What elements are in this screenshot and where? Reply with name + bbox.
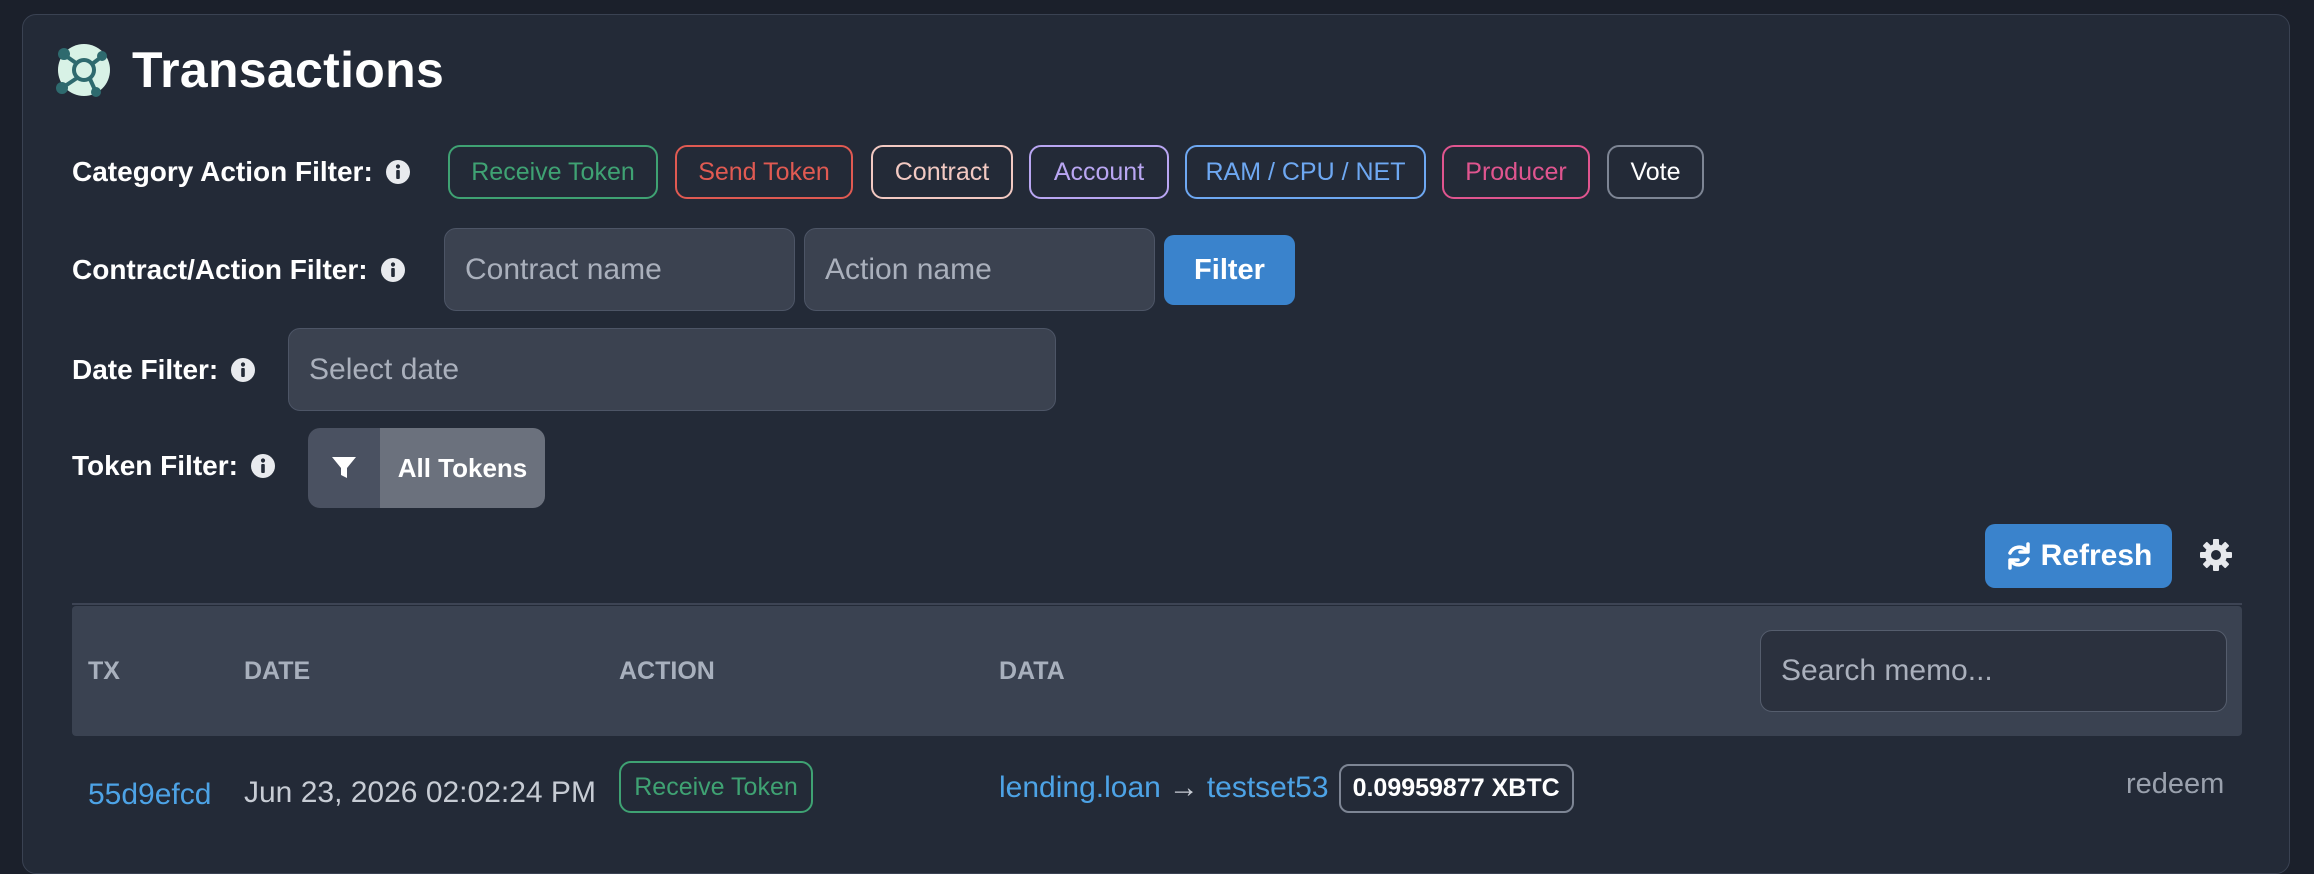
amount-badge: 0.09959877 XBTC [1338,763,1574,813]
filter-button[interactable]: Filter [1164,235,1295,305]
table-header: TX DATE ACTION DATA Search memo... [72,606,2242,736]
search-memo-input[interactable]: Search memo... [1760,630,2227,712]
category-chip-account[interactable]: Account [1029,145,1169,199]
info-icon[interactable] [250,453,276,479]
column-header-date: DATE [244,656,311,685]
date-filter-label: Date Filter: [72,354,219,385]
network-logo-icon [56,44,110,97]
tx-hash-link[interactable]: 55d9efcd [88,778,211,812]
contract-action-filter-label-group: Contract/Action Filter: [72,250,406,290]
refresh-icon [2007,542,2030,570]
transfer-arrow: → [1168,771,1199,804]
date-picker-input[interactable]: Select date [288,328,1056,411]
column-header-action: ACTION [619,656,715,685]
funnel-icon [332,457,356,478]
contract-action-filter-label: Contract/Action Filter: [72,254,368,285]
tx-data: lending.loan → testset53 0.09959877 XBTC [999,763,1574,813]
category-chip-receive-token[interactable]: Receive Token [448,145,658,199]
all-tokens-label: All Tokens [380,428,545,508]
to-account-link[interactable]: testset53 [1207,771,1329,805]
date-filter-label-group: Date Filter: [72,350,256,390]
category-chip-contract[interactable]: Contract [871,145,1013,199]
info-icon[interactable] [380,257,406,283]
info-icon[interactable] [385,159,411,185]
category-chip-resources[interactable]: RAM / CPU / NET [1185,145,1426,199]
action-name-input[interactable]: Action name [804,228,1155,311]
from-account-link[interactable]: lending.loan [999,771,1161,805]
category-chip-vote[interactable]: Vote [1607,145,1704,199]
refresh-label: Refresh [2040,539,2153,572]
gear-icon[interactable] [2198,537,2234,573]
refresh-button[interactable]: Refresh [1985,524,2172,588]
page-title: Transactions [132,42,445,98]
category-chip-producer[interactable]: Producer [1442,145,1590,199]
category-chip-send-token[interactable]: Send Token [675,145,853,199]
category-filter-label-group: Category Action Filter: [72,152,411,192]
info-icon[interactable] [230,357,256,383]
token-filter-label-group: Token Filter: [72,446,276,486]
category-filter-label: Category Action Filter: [72,156,373,187]
column-header-tx: TX [88,656,120,685]
table-divider [72,603,2242,605]
contract-name-input[interactable]: Contract name [444,228,795,311]
action-badge-receive-token: Receive Token [619,761,813,813]
tx-memo: redeem [2126,768,2225,800]
funnel-icon-wrapper [308,428,380,508]
column-header-data: DATA [999,656,1065,685]
token-filter-label: Token Filter: [72,450,238,481]
tx-date: Jun 23, 2026 02:02:24 PM [244,776,596,809]
token-filter-dropdown[interactable]: All Tokens [308,428,545,508]
page-header: Transactions [50,30,444,110]
